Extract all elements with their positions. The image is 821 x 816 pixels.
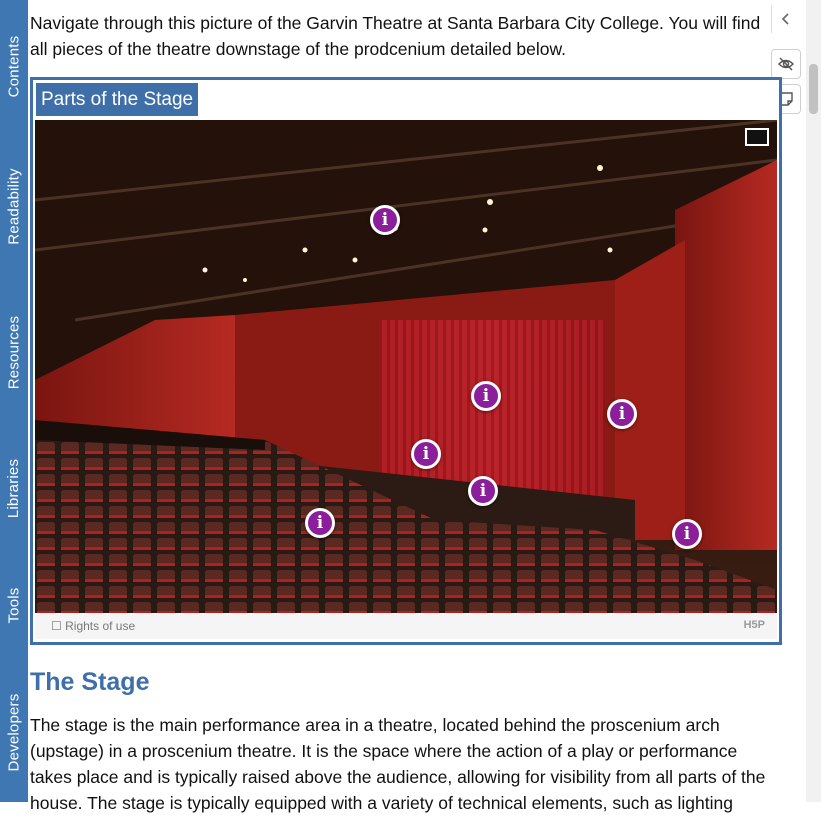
section-heading: The Stage [30,668,150,696]
intro-text: Navigate through this picture of the Gar… [30,13,761,59]
handshake-icon: ☐ [51,619,62,633]
left-tab-rail: Contents Readability Resources Libraries… [0,0,28,802]
scrollbar-thumb[interactable] [809,64,818,114]
h5p-logo[interactable]: H5P [744,619,765,631]
main-content: Navigate through this picture of the Gar… [30,0,772,62]
tab-contents[interactable]: Contents [0,16,28,116]
theatre-photo: i i i i i i i [35,120,777,613]
widget-footer: ☐ Rights of use H5P [35,613,777,639]
hotspot-button[interactable]: i [471,381,501,411]
tab-libraries[interactable]: Libraries [0,438,28,538]
scrollbar[interactable] [806,0,821,802]
tab-tools[interactable]: Tools [0,555,28,655]
hotspot-button[interactable]: i [672,519,702,549]
hide-button[interactable] [771,49,801,79]
fullscreen-button[interactable] [745,128,769,146]
collapse-button[interactable] [771,5,800,33]
image-hotspots-widget: Parts of the Stage i i i i i i i ☐ Right… [30,77,782,645]
eye-off-icon [778,57,794,71]
tab-readability[interactable]: Readability [0,156,28,256]
section-paragraph: The stage is the main performance area i… [30,715,766,813]
chevron-left-icon [781,13,789,25]
widget-title: Parts of the Stage [36,83,199,116]
hotspot-button[interactable]: i [411,439,441,469]
hotspot-button[interactable]: i [305,508,335,538]
tab-resources[interactable]: Resources [0,302,28,402]
hotspot-button[interactable]: i [607,399,637,429]
hotspot-button[interactable]: i [468,476,498,506]
hotspot-button[interactable]: i [370,205,400,235]
rights-of-use-link[interactable]: ☐ Rights of use [51,619,135,633]
tab-developers[interactable]: Developers [0,682,28,782]
